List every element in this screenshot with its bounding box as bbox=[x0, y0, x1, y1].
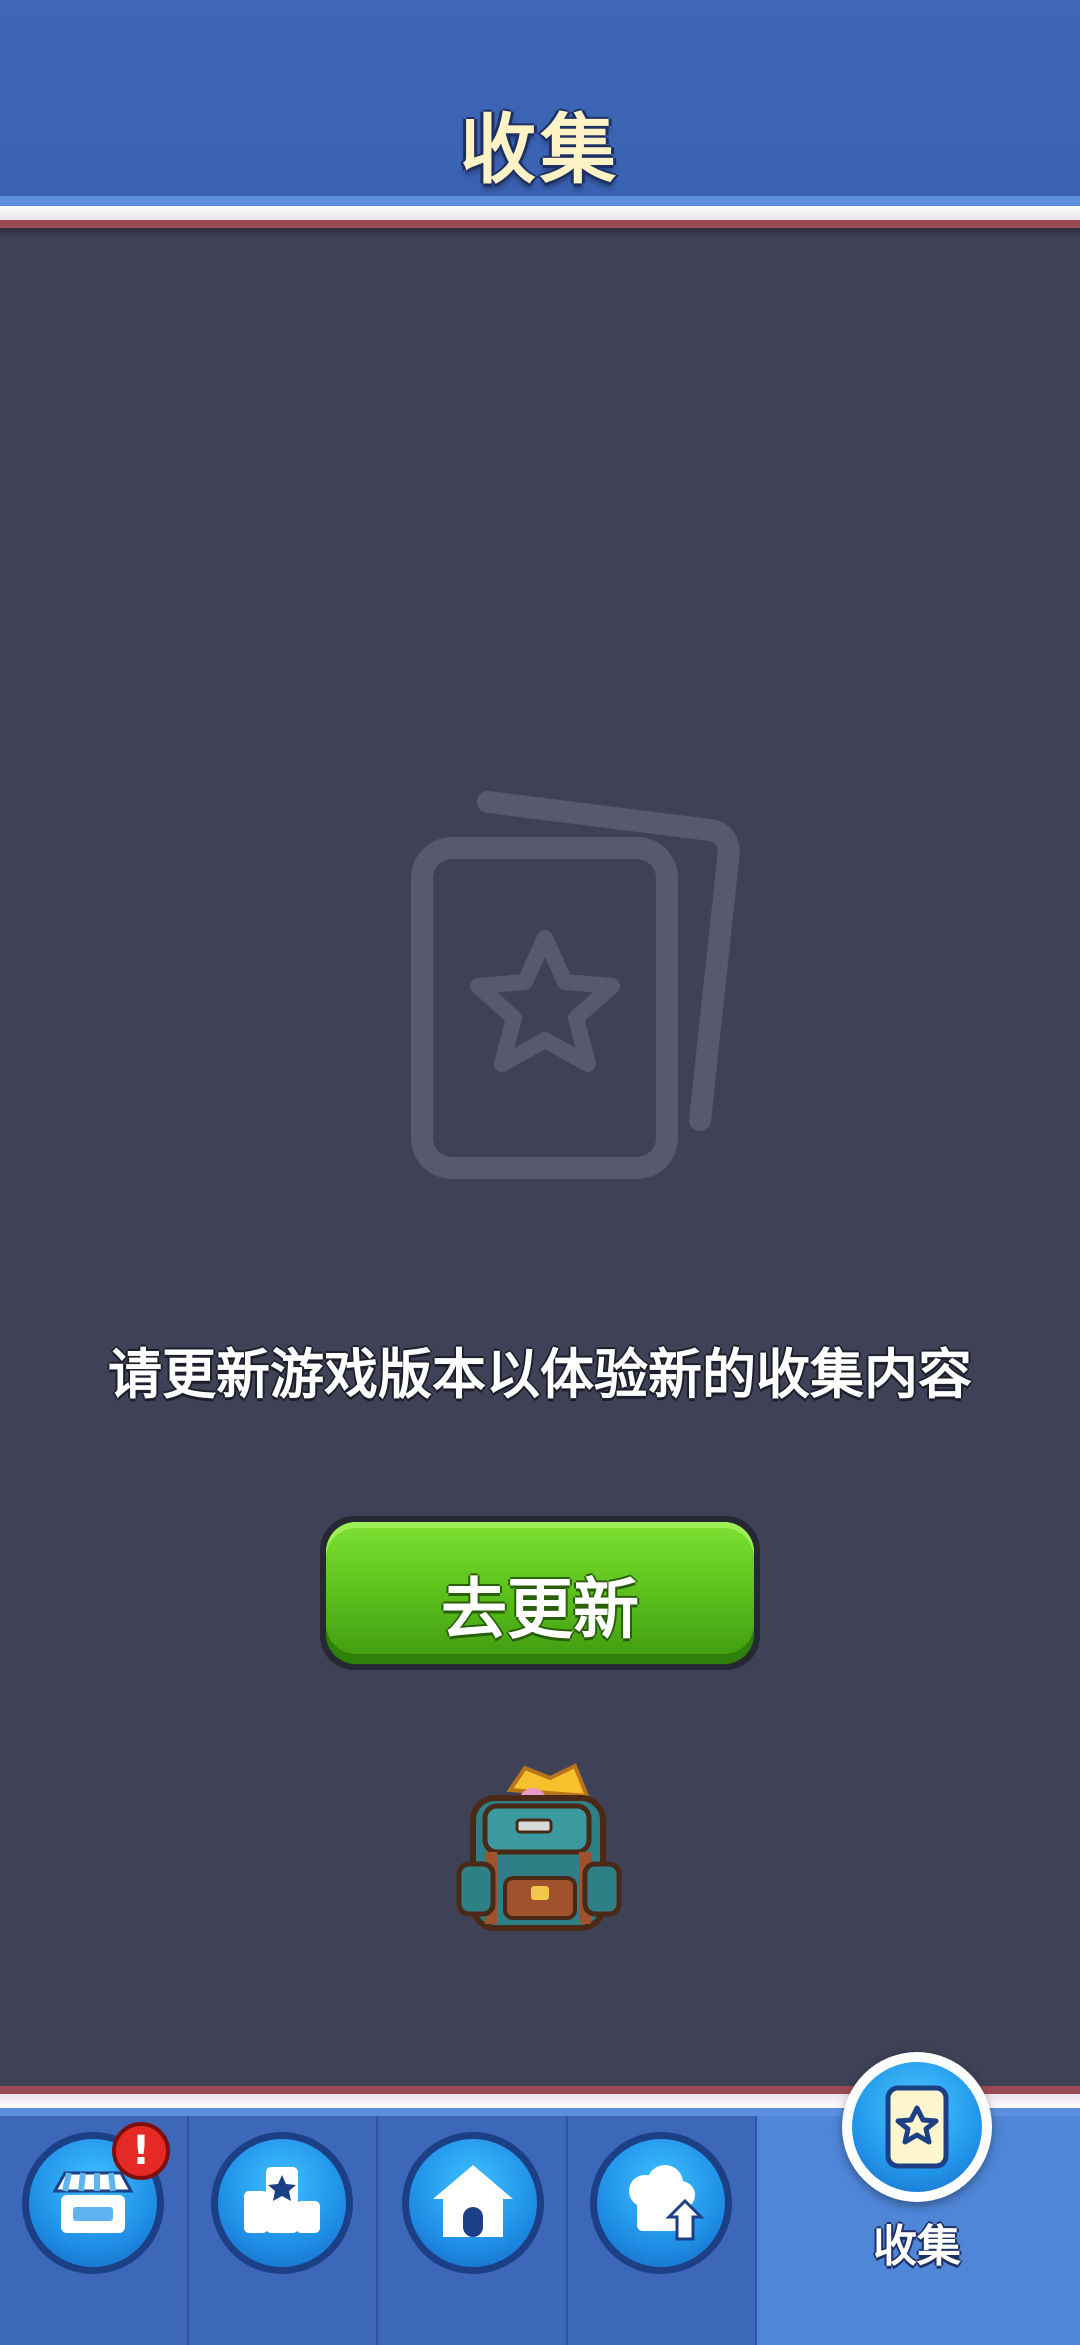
tab-label-collection: 收集 bbox=[873, 2221, 961, 2272]
nav-item-home[interactable] bbox=[378, 2116, 568, 2345]
nav-item-leaderboard[interactable] bbox=[189, 2116, 378, 2345]
nav-item-chef[interactable] bbox=[568, 2116, 757, 2345]
update-button[interactable]: 去更新 bbox=[320, 1516, 760, 1670]
update-prompt-message: 请更新游戏版本以体验新的收集内容 bbox=[108, 1343, 972, 1406]
page-title: 收集 bbox=[460, 105, 620, 194]
update-button-face[interactable]: 去更新 bbox=[326, 1522, 754, 1664]
home-icon[interactable] bbox=[402, 2132, 544, 2274]
notification-badge: ! bbox=[112, 2122, 170, 2180]
header-shadow bbox=[0, 228, 1080, 238]
backpack-icon bbox=[455, 1760, 625, 1940]
nav-item-shop[interactable]: ! bbox=[0, 2116, 189, 2345]
card-stack-star-icon bbox=[410, 790, 740, 1180]
header-divider-blue bbox=[0, 196, 1080, 206]
top-bar: 收集 bbox=[0, 0, 1080, 205]
update-button-label: 去更新 bbox=[441, 1571, 639, 1648]
header-divider-red bbox=[0, 220, 1080, 228]
chef-upgrade-icon[interactable] bbox=[590, 2132, 732, 2274]
card-star-icon[interactable] bbox=[852, 2062, 982, 2192]
leaderboard-icon[interactable] bbox=[211, 2132, 353, 2274]
header-divider-white bbox=[0, 206, 1080, 220]
collection-tab-button[interactable] bbox=[842, 2052, 992, 2202]
